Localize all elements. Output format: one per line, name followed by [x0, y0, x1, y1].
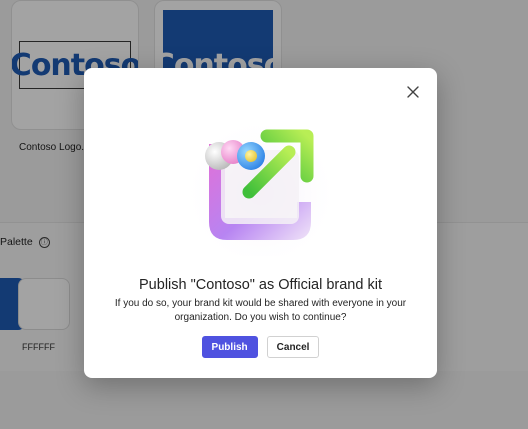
cancel-button[interactable]: Cancel — [266, 336, 320, 358]
dialog-actions: Publish Cancel — [84, 336, 437, 358]
dialog-body: If you do so, your brand kit would be sh… — [114, 298, 407, 323]
dialog-title: Publish "Contoso" as Official brand kit — [139, 277, 382, 293]
close-button[interactable] — [403, 82, 423, 102]
publish-button[interactable]: Publish — [201, 336, 258, 358]
publish-dialog: Publish "Contoso" as Official brand kit … — [84, 68, 437, 378]
publish-brand-kit-illustration — [189, 116, 333, 256]
close-icon — [407, 86, 419, 98]
